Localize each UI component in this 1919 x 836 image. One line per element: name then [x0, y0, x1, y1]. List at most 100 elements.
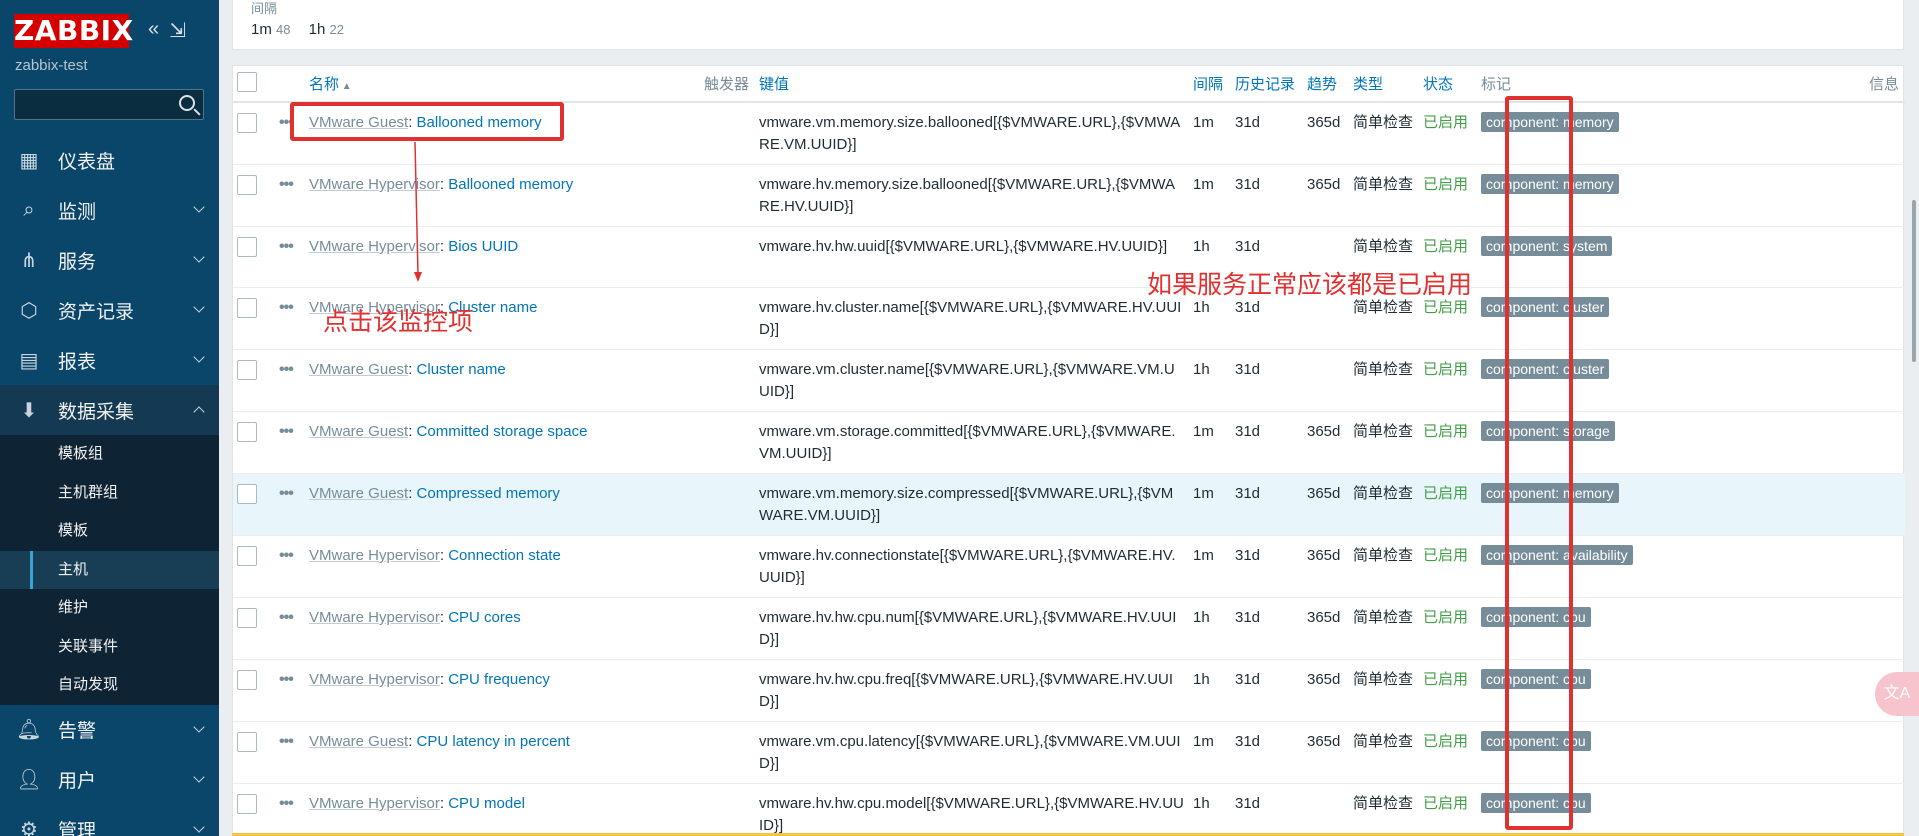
column-history[interactable]: 历史记录: [1231, 66, 1303, 103]
translate-float-button[interactable]: 文A: [1875, 672, 1919, 716]
collapse-sidebar-icon[interactable]: «: [148, 18, 159, 43]
item-template-link[interactable]: VMware Hypervisor: [309, 238, 440, 255]
tag-badge[interactable]: component: memory: [1481, 112, 1619, 132]
status-toggle[interactable]: 已启用: [1423, 733, 1468, 750]
more-options-icon[interactable]: •••: [279, 299, 294, 316]
tag-badge[interactable]: component: cpu: [1481, 793, 1591, 813]
item-template-link[interactable]: VMware Hypervisor: [309, 547, 440, 564]
status-toggle[interactable]: 已启用: [1423, 238, 1468, 255]
item-name-link[interactable]: CPU frequency: [448, 671, 550, 688]
nav-item-administration[interactable]: ⚙ 管理: [0, 805, 219, 836]
select-all-checkbox[interactable]: [237, 72, 257, 92]
nav-item-data-collection[interactable]: ⬇ 数据采集: [0, 385, 219, 435]
item-template-link[interactable]: VMware Guest: [309, 361, 408, 378]
status-toggle[interactable]: 已启用: [1423, 609, 1468, 626]
tag-badge[interactable]: component: availability: [1481, 545, 1633, 565]
tag-badge[interactable]: component: memory: [1481, 483, 1619, 503]
row-checkbox[interactable]: [237, 732, 257, 752]
status-toggle[interactable]: 已启用: [1423, 547, 1468, 564]
row-checkbox[interactable]: [237, 422, 257, 442]
nav-item-services[interactable]: ⋔ 服务: [0, 235, 219, 285]
sub-item-hosts[interactable]: 主机: [0, 550, 219, 589]
row-checkbox[interactable]: [237, 484, 257, 504]
sub-item-event-correlation[interactable]: 关联事件: [0, 628, 219, 667]
column-trends[interactable]: 趋势: [1303, 66, 1349, 103]
item-template-link[interactable]: VMware Hypervisor: [309, 795, 440, 812]
sub-item-templates[interactable]: 模板: [0, 512, 219, 551]
more-options-icon[interactable]: •••: [279, 423, 294, 440]
item-template-link[interactable]: VMware Hypervisor: [309, 609, 440, 626]
status-toggle[interactable]: 已启用: [1423, 795, 1468, 812]
interval-value-1m[interactable]: 1m: [251, 21, 272, 38]
status-toggle[interactable]: 已启用: [1423, 361, 1468, 378]
more-options-icon[interactable]: •••: [279, 609, 294, 626]
tag-badge[interactable]: component: storage: [1481, 421, 1615, 441]
more-options-icon[interactable]: •••: [279, 485, 294, 502]
tag-badge[interactable]: component: memory: [1481, 174, 1619, 194]
sub-item-host-groups[interactable]: 主机群组: [0, 474, 219, 513]
tag-badge[interactable]: component: cpu: [1481, 607, 1591, 627]
item-name-link[interactable]: Cluster name: [417, 361, 506, 378]
row-checkbox[interactable]: [237, 608, 257, 628]
search-icon[interactable]: [179, 95, 195, 111]
nav-item-reports[interactable]: ▤ 报表: [0, 335, 219, 385]
column-name[interactable]: 名称: [305, 66, 700, 103]
item-name-link[interactable]: Committed storage space: [417, 423, 588, 440]
nav-item-users[interactable]: 👤︎ 用户: [0, 755, 219, 805]
status-toggle[interactable]: 已启用: [1423, 485, 1468, 502]
more-options-icon[interactable]: •••: [279, 114, 294, 131]
sidebar-search-input[interactable]: [14, 89, 204, 120]
item-name-link[interactable]: Ballooned memory: [448, 176, 573, 193]
row-checkbox[interactable]: [237, 298, 257, 318]
item-name-link[interactable]: CPU cores: [448, 609, 521, 626]
status-toggle[interactable]: 已启用: [1423, 114, 1468, 131]
item-template-link[interactable]: VMware Hypervisor: [309, 176, 440, 193]
more-options-icon[interactable]: •••: [279, 795, 294, 812]
more-options-icon[interactable]: •••: [279, 176, 294, 193]
status-toggle[interactable]: 已启用: [1423, 671, 1468, 688]
more-options-icon[interactable]: •••: [279, 547, 294, 564]
row-checkbox[interactable]: [237, 237, 257, 257]
tag-badge[interactable]: component: cpu: [1481, 669, 1591, 689]
scrollbar[interactable]: [1912, 200, 1916, 362]
row-checkbox[interactable]: [237, 113, 257, 133]
interval-value-1h[interactable]: 1h: [309, 21, 326, 38]
sub-item-template-groups[interactable]: 模板组: [0, 435, 219, 474]
status-toggle[interactable]: 已启用: [1423, 299, 1468, 316]
item-name-link[interactable]: Compressed memory: [417, 485, 560, 502]
column-type[interactable]: 类型: [1349, 66, 1419, 103]
more-options-icon[interactable]: •••: [279, 238, 294, 255]
item-name-link[interactable]: Cluster name: [448, 299, 537, 316]
nav-item-inventory[interactable]: ⬡ 资产记录: [0, 285, 219, 335]
item-template-link[interactable]: VMware Guest: [309, 485, 408, 502]
sub-item-discovery[interactable]: 自动发现: [0, 666, 219, 705]
item-template-link[interactable]: VMware Guest: [309, 733, 408, 750]
nav-item-monitoring[interactable]: ⌕ 监测: [0, 185, 219, 235]
kiosk-mode-icon[interactable]: ⇲: [169, 18, 186, 43]
more-options-icon[interactable]: •••: [279, 733, 294, 750]
tag-badge[interactable]: component: cluster: [1481, 359, 1610, 379]
tag-badge[interactable]: component: cpu: [1481, 731, 1591, 751]
zabbix-logo[interactable]: ZABBIX: [14, 14, 133, 48]
column-status[interactable]: 状态: [1419, 66, 1477, 103]
row-checkbox[interactable]: [237, 546, 257, 566]
nav-item-alerts[interactable]: 🔔︎ 告警: [0, 705, 219, 755]
sub-item-maintenance[interactable]: 维护: [0, 589, 219, 628]
status-toggle[interactable]: 已启用: [1423, 176, 1468, 193]
item-template-link[interactable]: VMware Guest: [309, 114, 408, 131]
item-name-link[interactable]: CPU model: [448, 795, 525, 812]
tag-badge[interactable]: component: system: [1481, 236, 1613, 256]
tag-badge[interactable]: component: cluster: [1481, 297, 1610, 317]
item-template-link[interactable]: VMware Guest: [309, 423, 408, 440]
item-template-link[interactable]: VMware Hypervisor: [309, 671, 440, 688]
item-name-link[interactable]: Bios UUID: [448, 238, 518, 255]
nav-item-dashboard[interactable]: ▦ 仪表盘: [0, 135, 219, 185]
column-interval[interactable]: 间隔: [1189, 66, 1231, 103]
item-name-link[interactable]: Connection state: [448, 547, 561, 564]
more-options-icon[interactable]: •••: [279, 361, 294, 378]
row-checkbox[interactable]: [237, 360, 257, 380]
row-checkbox[interactable]: [237, 670, 257, 690]
column-key[interactable]: 键值: [755, 66, 1189, 103]
item-name-link[interactable]: CPU latency in percent: [417, 733, 570, 750]
item-name-link[interactable]: Ballooned memory: [417, 114, 542, 131]
